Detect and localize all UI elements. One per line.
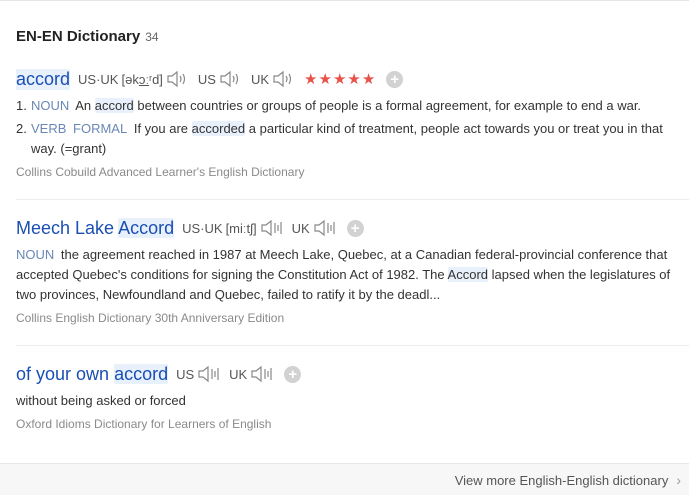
add-to-wordbook-button[interactable]: +: [346, 219, 364, 237]
audio-wave-icon[interactable]: [250, 365, 274, 383]
result-count: 34: [145, 30, 159, 44]
pronunciation-uk: UK: [251, 70, 296, 88]
headword-highlight: Accord: [118, 217, 175, 238]
audio-wave-icon[interactable]: [260, 219, 284, 237]
definition-text: If you are: [133, 121, 189, 136]
definition: NOUN the agreement reached in 1987 at Me…: [16, 245, 689, 305]
pron-label: US·UK: [182, 220, 223, 236]
audio-wave-icon[interactable]: [197, 365, 221, 383]
entry-divider: [16, 345, 689, 346]
uk-label: UK: [250, 71, 270, 87]
part-of-speech: VERB: [31, 121, 67, 136]
entry-head: accord US·UK [əkɔːʳd] US UK ★★★★★ +: [16, 66, 689, 92]
audio-wave-icon[interactable]: [313, 219, 337, 237]
pron-label: US·UK: [78, 71, 119, 87]
headword[interactable]: accord: [16, 68, 71, 90]
top-divider: [0, 0, 689, 1]
definition-text: between countries or groups of people is…: [137, 98, 642, 113]
dictionary-panel: EN-EN Dictionary 34 accord US·UK [əkɔːʳd…: [0, 0, 689, 495]
speaker-icon[interactable]: [219, 70, 243, 88]
pronunciation-us: US: [176, 365, 221, 383]
highlighted-term: Accord: [447, 267, 489, 282]
definitions: 1. NOUN An accord between countries or g…: [16, 96, 689, 159]
chevron-right-icon: ›: [676, 472, 681, 488]
footer: View more English-English dictionary ›: [0, 463, 689, 495]
dictionary-source: Collins English Dictionary 30th Annivers…: [16, 311, 285, 325]
pronunciation-us-uk: US·UK [miːtʃ]: [182, 219, 284, 237]
sense-number: 2.: [16, 121, 27, 136]
sense-number: 1.: [16, 98, 27, 113]
sense: 2. VERB FORMAL If you are accorded a par…: [16, 119, 689, 159]
headword-part: of your own: [16, 363, 110, 384]
ipa-part: [ək: [121, 71, 139, 87]
us-label: US: [197, 71, 216, 87]
entry-divider: [16, 199, 689, 200]
pronunciation-uk: UK: [229, 365, 274, 383]
ipa: [miːtʃ]: [225, 220, 257, 236]
headword-part: Meech Lake: [16, 217, 115, 238]
entry-head: of your own accord US UK +: [16, 361, 689, 387]
view-more-label: View more English-English dictionary: [454, 472, 669, 488]
entry-of-your-own-accord: of your own accord US UK + without being…: [16, 361, 689, 431]
part-of-speech: NOUN: [31, 98, 70, 113]
us-label: US: [176, 366, 195, 382]
dictionary-source: Oxford Idioms Dictionary for Learners of…: [16, 417, 272, 431]
section-header: EN-EN Dictionary 34: [16, 28, 159, 48]
highlighted-term: accorded: [191, 121, 246, 136]
speaker-icon[interactable]: [272, 70, 296, 88]
speaker-icon[interactable]: [166, 70, 190, 88]
entry-meech-lake-accord: Meech Lake Accord US·UK [miːtʃ] UK + NOU…: [16, 215, 689, 325]
dictionary-source: Collins Cobuild Advanced Learner's Engli…: [16, 165, 305, 179]
register-label: FORMAL: [73, 121, 128, 136]
entry-accord: accord US·UK [əkɔːʳd] US UK ★★★★★ + 1. N…: [16, 66, 689, 179]
view-more-link[interactable]: View more English-English dictionary ›: [455, 472, 681, 488]
section-title: EN-EN Dictionary: [16, 28, 141, 45]
part-of-speech: NOUN: [16, 247, 55, 262]
frequency-rating: ★★★★★: [304, 71, 377, 88]
pronunciation-uk: UK: [292, 219, 337, 237]
uk-label: UK: [229, 366, 248, 382]
sense: 1. NOUN An accord between countries or g…: [16, 96, 689, 116]
headword-highlight: accord: [114, 363, 169, 384]
add-to-wordbook-button[interactable]: +: [284, 365, 302, 383]
pronunciation-us: US: [198, 70, 243, 88]
uk-label: UK: [291, 220, 310, 236]
definition-text: An: [75, 98, 92, 113]
pronunciation-us-uk: US·UK [əkɔːʳd]: [78, 70, 190, 88]
ipa-part: ʳd]: [148, 71, 163, 87]
headword[interactable]: of your own accord: [16, 363, 169, 385]
add-to-wordbook-button[interactable]: +: [386, 70, 404, 88]
ipa: [əkɔːʳd]: [121, 72, 162, 87]
definition-text: without being asked or forced: [16, 393, 186, 408]
entry-head: Meech Lake Accord US·UK [miːtʃ] UK +: [16, 215, 689, 241]
headword[interactable]: Meech Lake Accord: [16, 217, 175, 239]
highlighted-term: accord: [94, 98, 134, 113]
ipa-part: ɔː: [138, 71, 149, 87]
